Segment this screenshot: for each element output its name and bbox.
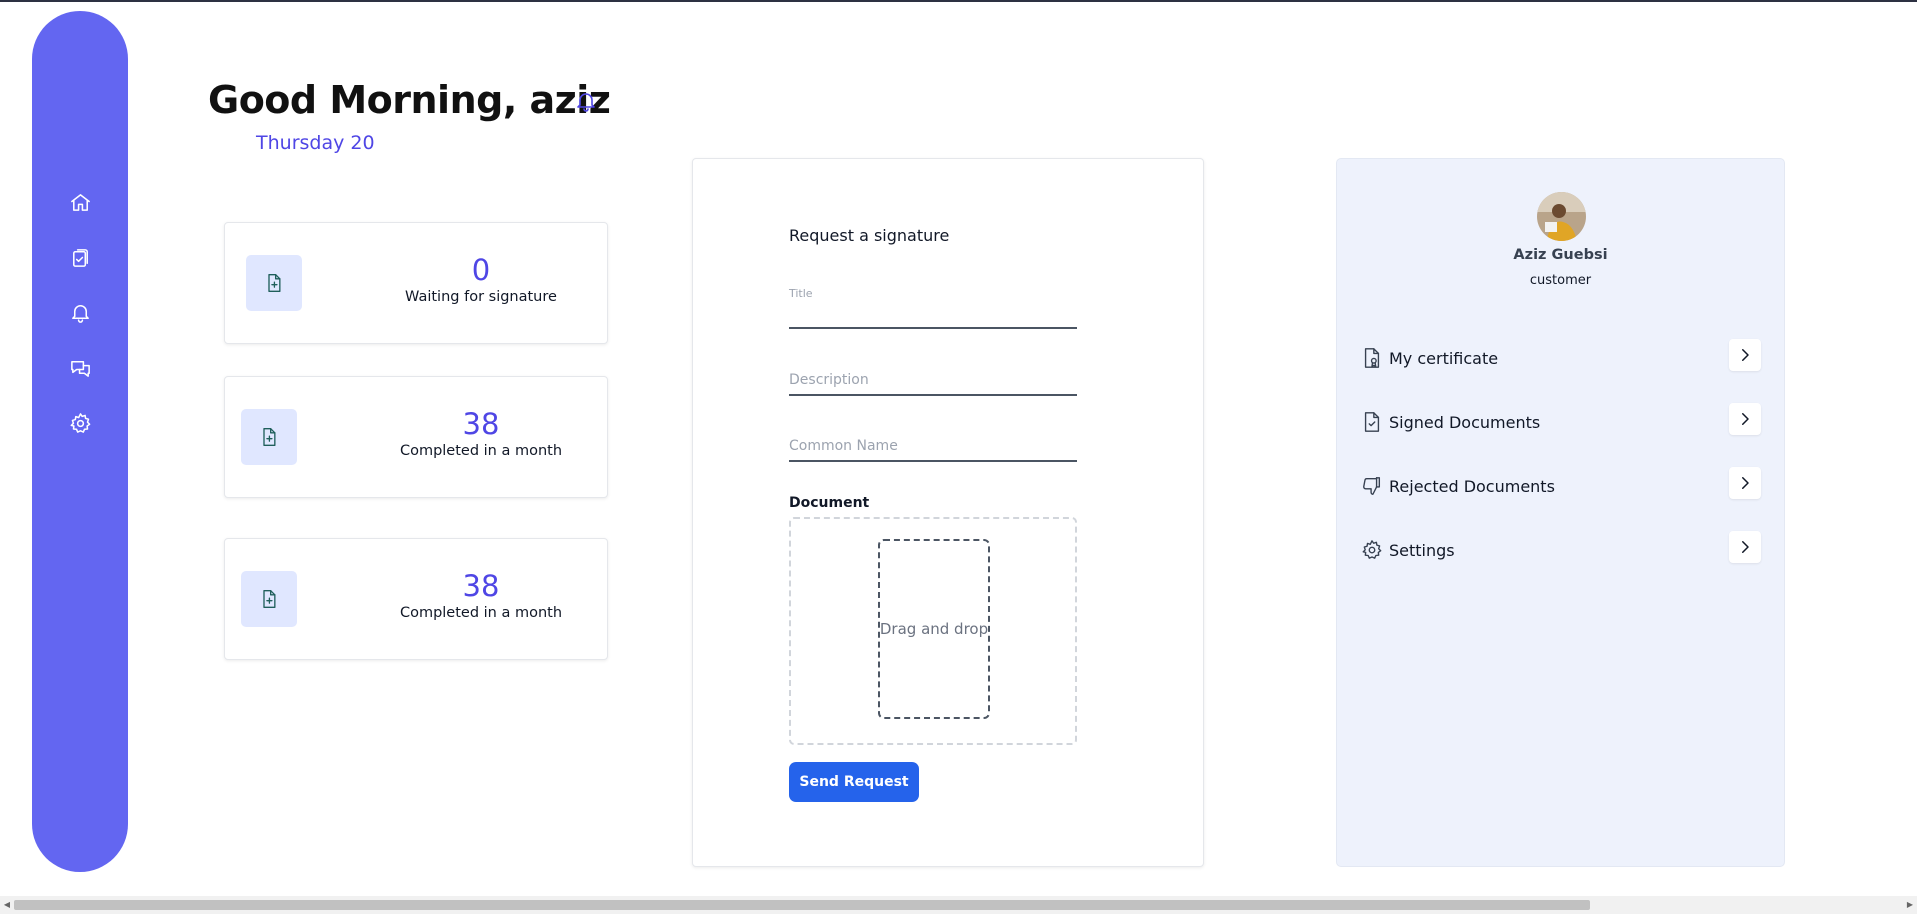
chat-icon [70,360,90,377]
stat-value: 0 [471,253,491,287]
stat-label: Completed in a month [399,443,563,459]
scrollbar-thumb[interactable] [14,900,1590,910]
gear-icon [1362,540,1382,559]
certificate-icon [1364,348,1380,368]
title-field [789,299,1077,329]
description-field [789,366,1077,396]
stat-label: Waiting for signature [405,289,557,305]
title-input[interactable] [789,299,1077,327]
avatar[interactable] [1537,192,1586,241]
chevron-right-icon [1742,413,1749,425]
home-icon [70,193,90,211]
stat-card-completed: 38 Completed in a month [224,376,608,498]
document-label: Document [789,495,870,511]
chevron-right-button[interactable] [1729,403,1761,435]
chevron-right-icon [1742,349,1749,361]
stat-card-completed-2: 38 Completed in a month [224,538,608,660]
common-name-input[interactable] [789,432,1077,460]
bell-icon [577,93,595,112]
profile-role: customer [1529,273,1592,288]
chevron-right-icon [1742,541,1749,553]
stat-text: 38 Completed in a month [355,407,607,459]
sidebar-item-documents[interactable] [63,240,97,274]
file-plus-icon [268,274,281,292]
chevron-right-icon [1742,477,1749,489]
document-dropzone: Drag and drop [789,517,1077,745]
request-signature-form: Request a signature Title Document Drag … [692,158,1204,867]
stat-icon-box [241,409,297,465]
menu-item-rejected-documents[interactable]: Rejected Documents [1361,467,1761,507]
stat-icon-box [241,571,297,627]
stat-label: Completed in a month [399,605,563,621]
notification-bell-button[interactable] [574,89,600,115]
common-name-field [789,432,1077,462]
file-check-icon [1364,412,1380,432]
menu-item-my-certificate[interactable]: My certificate [1361,339,1761,379]
greeting-title: Good Morning, aziz [208,78,611,122]
window-top-border [0,0,1917,2]
chevron-right-button[interactable] [1729,467,1761,499]
bell-icon [71,304,89,323]
menu-item-settings[interactable]: Settings [1361,531,1761,571]
send-request-button[interactable]: Send Request [789,762,919,802]
scroll-left-icon[interactable]: ◀ [2,900,12,910]
thumbs-down-icon [1363,477,1381,495]
stat-text: 0 Waiting for signature [355,253,607,305]
sidebar [32,11,128,872]
chevron-right-button[interactable] [1729,531,1761,563]
sidebar-item-messages[interactable] [63,351,97,385]
form-title: Request a signature [789,226,950,245]
description-input[interactable] [789,366,1077,394]
stat-value: 38 [462,407,500,441]
menu-label: My certificate [1389,349,1499,368]
menu-label: Signed Documents [1389,413,1541,432]
scroll-right-icon[interactable]: ▶ [1905,900,1915,910]
menu-item-signed-documents[interactable]: Signed Documents [1361,403,1761,443]
sidebar-item-settings[interactable] [63,406,97,440]
dropzone-text: Drag and drop [879,620,989,638]
clipboard-check-icon [72,248,88,267]
menu-label: Rejected Documents [1389,477,1555,496]
drag-and-drop-area[interactable]: Drag and drop [878,539,990,719]
gear-icon [70,412,90,433]
menu-label: Settings [1389,541,1455,560]
sidebar-item-home[interactable] [63,185,97,219]
current-date: Thursday 20 [256,132,375,154]
stat-icon-box [246,255,302,311]
file-plus-icon [263,428,276,446]
stat-card-waiting: 0 Waiting for signature [224,222,608,344]
profile-panel: Aziz Guebsi customer My certificate Sign… [1336,158,1785,867]
stat-value: 38 [462,569,500,603]
chevron-right-button[interactable] [1729,339,1761,371]
stat-text: 38 Completed in a month [355,569,607,621]
sidebar-item-notifications[interactable] [63,295,97,329]
file-plus-icon [263,590,276,608]
horizontal-scrollbar[interactable]: ◀ ▶ [0,896,1917,914]
profile-name: Aziz Guebsi [1513,247,1608,263]
